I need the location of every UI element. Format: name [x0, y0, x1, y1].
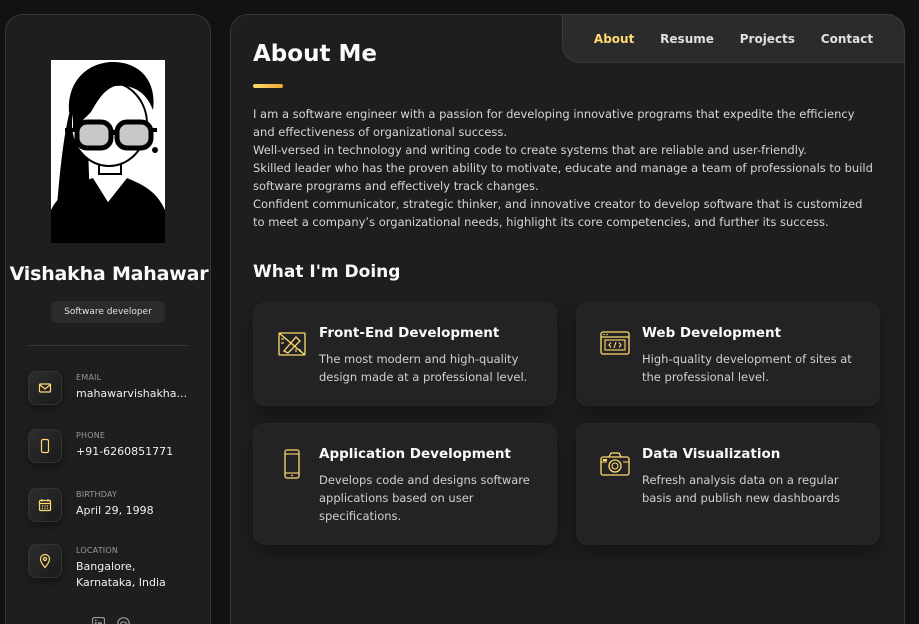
service-text: High-quality development of sites at the…: [642, 352, 852, 384]
about-paragraph: Confident communicator, strategic thinke…: [253, 197, 863, 229]
mail-icon: [28, 371, 62, 405]
service-text: Refresh analysis data on a regular basis…: [642, 473, 840, 505]
service-text: The most modern and high-quality design …: [319, 352, 528, 384]
avatar-illustration: [51, 60, 165, 243]
contact-location: LOCATION Bangalore, Karnataka, India: [28, 544, 198, 591]
service-title: Data Visualization: [642, 446, 781, 462]
nav-resume[interactable]: Resume: [660, 32, 714, 46]
design-tools-icon: [276, 327, 308, 359]
service-title: Front-End Development: [319, 325, 500, 341]
contact-label: BIRTHDAY: [76, 490, 118, 499]
title-underline: [253, 84, 283, 88]
calendar-icon: [28, 488, 62, 522]
contact-birthday: BIRTHDAY April 29, 1998: [28, 488, 198, 522]
contact-email-link[interactable]: mahawarvishakha...: [76, 386, 187, 402]
avatar: [51, 60, 165, 243]
service-card-web: Web Development High-quality development…: [576, 302, 880, 406]
location-icon: [28, 544, 62, 578]
contact-phone: PHONE +91-6260851771: [28, 429, 198, 463]
about-text: I am a software engineer with a passion …: [253, 105, 873, 231]
contact-label: EMAIL: [76, 373, 102, 382]
service-card-dataviz: Data Visualization Refresh analysis data…: [576, 423, 880, 545]
contact-label: PHONE: [76, 431, 106, 440]
nav-contact[interactable]: Contact: [821, 32, 873, 46]
service-title: Application Development: [319, 446, 511, 462]
nav-projects[interactable]: Projects: [740, 32, 795, 46]
sidebar: Vishakha Mahawar Software developer EMAI…: [5, 14, 211, 624]
mobile-phone-icon: [276, 448, 308, 480]
navbar: About Resume Projects Contact: [562, 14, 905, 63]
contact-email: EMAIL mahawarvishakha...: [28, 371, 198, 405]
nav-about[interactable]: About: [594, 32, 634, 46]
contact-birthday-value: April 29, 1998: [76, 504, 154, 517]
service-card-app: Application Development Develops code an…: [253, 423, 557, 545]
about-paragraph: I am a software engineer with a passion …: [253, 107, 855, 139]
service-title: Web Development: [642, 325, 782, 341]
service-card-frontend: Front-End Development The most modern an…: [253, 302, 557, 406]
contact-phone-link[interactable]: +91-6260851771: [76, 444, 186, 460]
code-window-icon: [599, 327, 631, 359]
contact-label: LOCATION: [76, 546, 119, 555]
sidebar-separator: [28, 345, 188, 346]
main-panel: About Resume Projects Contact About Me I…: [230, 14, 905, 624]
profile-name: Vishakha Mahawar: [9, 263, 209, 285]
about-paragraph: Skilled leader who has the proven abilit…: [253, 161, 873, 193]
profile-title-badge: Software developer: [51, 301, 165, 323]
page-title: About Me: [253, 41, 377, 67]
phone-icon: [28, 429, 62, 463]
linkedin-icon[interactable]: [91, 615, 106, 624]
camera-icon: [599, 448, 631, 480]
about-paragraph: Well-versed in technology and writing co…: [253, 143, 807, 157]
contact-location-value: Bangalore, Karnataka, India: [76, 560, 166, 589]
github-icon[interactable]: [117, 615, 130, 624]
social-links: [91, 615, 130, 624]
services-heading: What I'm Doing: [253, 262, 401, 282]
service-text: Develops code and designs software appli…: [319, 473, 530, 523]
